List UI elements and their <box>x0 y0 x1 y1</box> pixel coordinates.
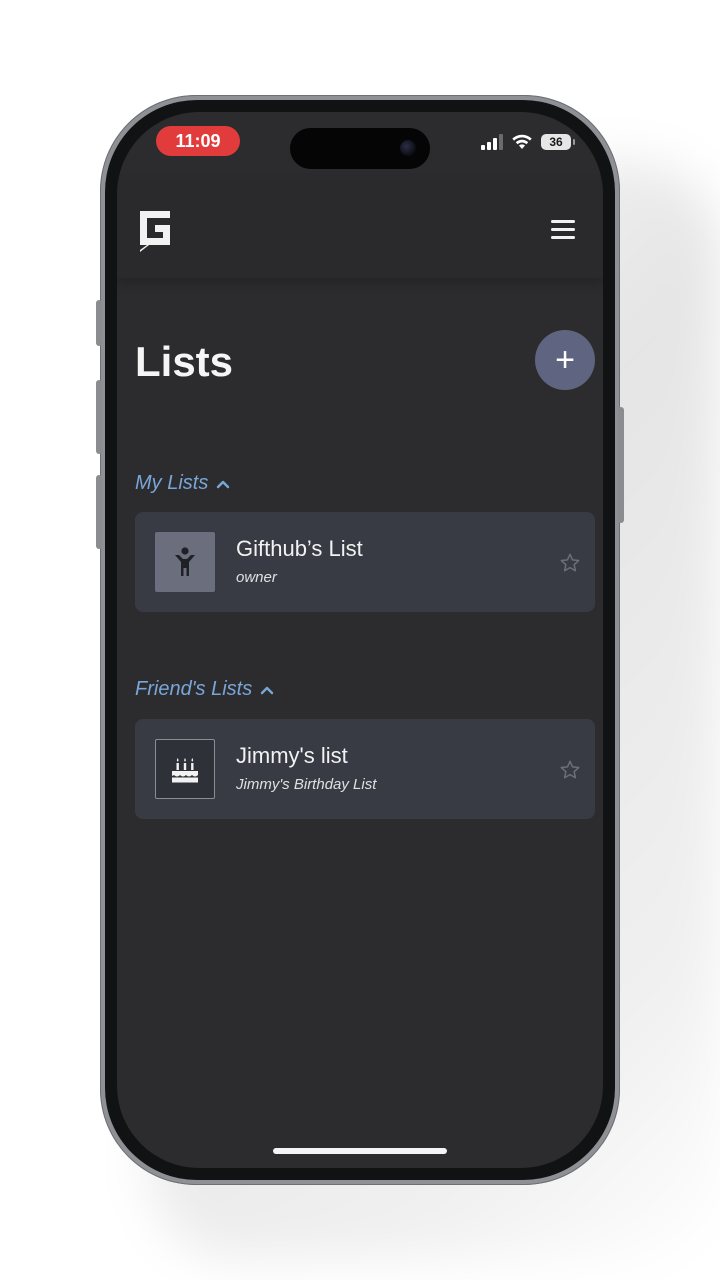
chevron-up-icon <box>260 686 274 694</box>
dynamic-island <box>290 128 430 169</box>
list-name: Jimmy's list <box>236 743 348 768</box>
page-title: Lists <box>135 338 234 385</box>
home-indicator[interactable] <box>273 1148 447 1154</box>
chevron-up-icon <box>217 480 230 488</box>
section-title-friends-lists: Friend's Lists <box>135 678 253 700</box>
phone-bezel: 11:09 36 Lists + My Lists Gifthub’s List… <box>105 100 615 1180</box>
section-title-my-lists: My Lists <box>135 472 209 494</box>
birthday-cake-icon <box>155 739 215 799</box>
screen: 11:09 36 Lists + My Lists Gifthub’s List… <box>117 112 603 1168</box>
status-indicators: 36 <box>481 132 575 152</box>
gifthub-logo-icon[interactable] <box>137 208 173 252</box>
camera-lens <box>400 140 416 156</box>
star-icon[interactable] <box>559 759 581 781</box>
list-card-jimmy[interactable]: Jimmy's list Jimmy's Birthday List <box>135 719 595 819</box>
list-subtitle: owner <box>236 569 277 586</box>
section-toggle-my-lists[interactable]: My Lists <box>135 472 230 495</box>
plus-icon: + <box>555 341 575 379</box>
status-time: 11:09 <box>156 126 240 156</box>
cellular-signal-icon <box>481 134 503 150</box>
action-button <box>96 300 102 346</box>
volume-up-button <box>96 380 102 454</box>
wifi-icon <box>512 134 532 149</box>
list-name: Gifthub’s List <box>236 536 363 561</box>
hamburger-menu-icon[interactable] <box>551 220 575 240</box>
battery-indicator: 36 <box>541 134 575 150</box>
phone-frame: 11:09 36 Lists + My Lists Gifthub’s List… <box>96 95 624 1185</box>
list-card-gifthub[interactable]: Gifthub’s List owner <box>135 512 595 612</box>
section-toggle-friends-lists[interactable]: Friend's Lists <box>135 678 274 701</box>
child-icon <box>155 532 215 592</box>
list-subtitle: Jimmy's Birthday List <box>236 776 377 793</box>
app-header <box>117 178 603 278</box>
side-button <box>618 407 624 523</box>
star-icon[interactable] <box>559 552 581 574</box>
add-list-button[interactable]: + <box>535 330 595 390</box>
volume-down-button <box>96 475 102 549</box>
